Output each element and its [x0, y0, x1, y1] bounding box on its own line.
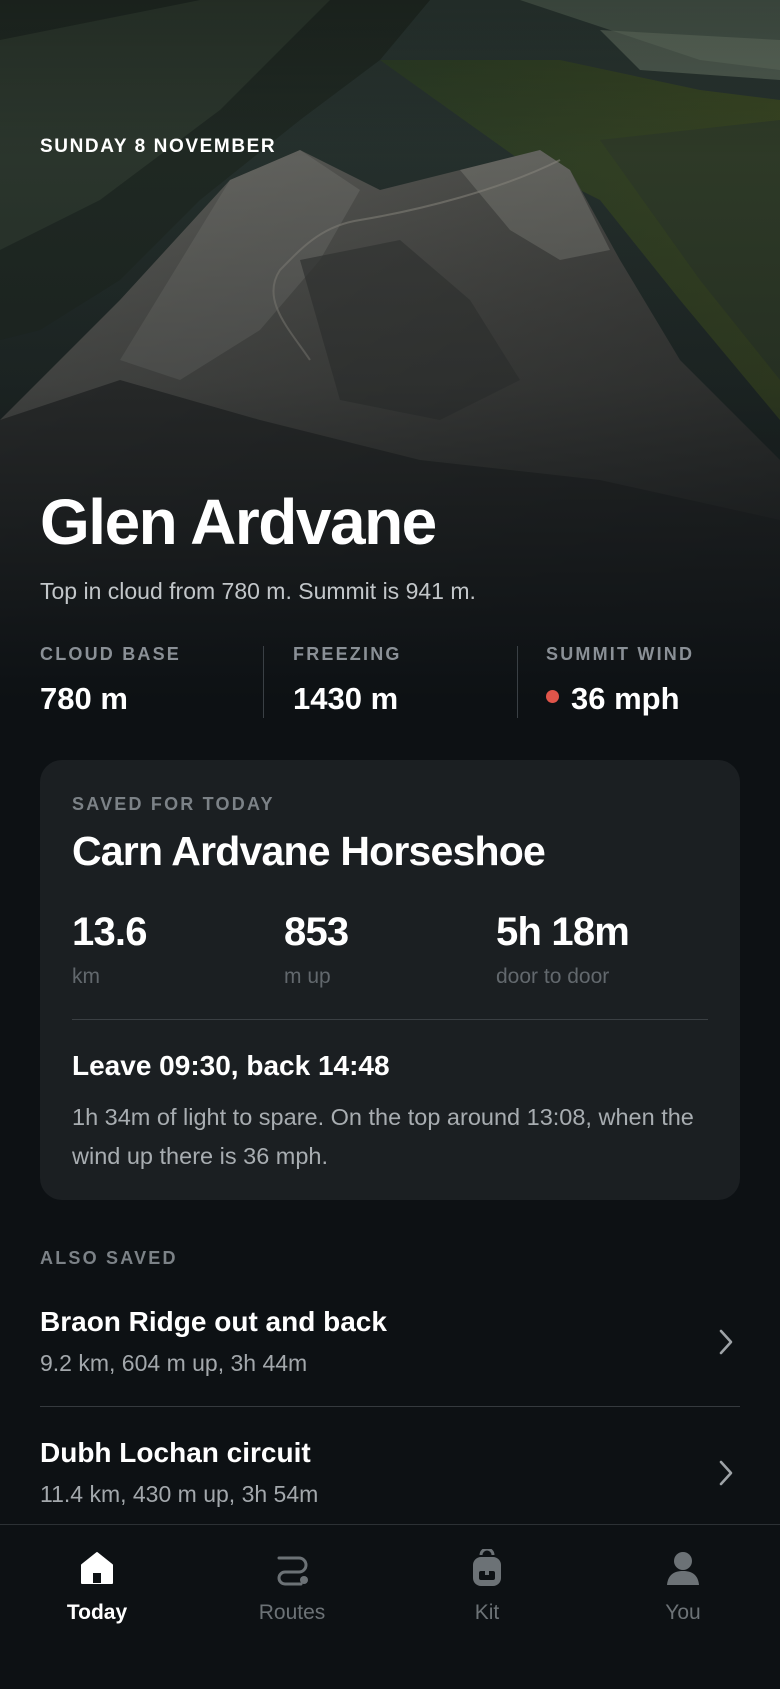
- chevron-right-icon: [719, 1329, 733, 1355]
- tab-label: You: [665, 1601, 701, 1624]
- tab-label: Kit: [474, 1601, 500, 1624]
- tab-label: Today: [66, 1601, 128, 1624]
- tab-today[interactable]: Today: [37, 1549, 157, 1625]
- date-label: SUNDAY 8 NOVEMBER: [40, 136, 277, 157]
- metric-value: 5h 18m: [496, 910, 630, 954]
- cloud-summary: Top in cloud from 780 m. Summit is 941 m…: [40, 578, 476, 604]
- stat-label: SUMMIT WIND: [546, 644, 695, 664]
- tab-routes[interactable]: Routes: [232, 1549, 352, 1625]
- saved-route-row[interactable]: Dubh Lochan circuit 11.4 km, 430 m up, 3…: [40, 1437, 740, 1517]
- route-meta: 9.2 km, 604 m up, 3h 44m: [40, 1350, 308, 1376]
- cloud-base-stat: CLOUD BASE 780 m: [40, 644, 181, 720]
- backpack-icon: [473, 1549, 501, 1586]
- stat-value: 1430 m: [293, 681, 399, 716]
- tab-kit[interactable]: Kit: [427, 1549, 547, 1625]
- metric-unit: m up: [284, 965, 331, 988]
- stat-divider: [263, 646, 264, 718]
- metric-value: 853: [284, 910, 349, 954]
- route-name: Carn Ardvane Horseshoe: [72, 828, 546, 874]
- row-divider: [40, 1406, 740, 1407]
- route-meta: 11.4 km, 430 m up, 3h 54m: [40, 1481, 319, 1507]
- location-title: Glen Ardvane: [40, 486, 437, 558]
- stat-divider: [517, 646, 518, 718]
- wind-alert-dot: [546, 690, 559, 704]
- freezing-level-stat: FREEZING 1430 m: [293, 644, 402, 720]
- route-name: Braon Ridge out and back: [40, 1306, 387, 1337]
- conditions-strip: CLOUD BASE 780 m FREEZING 1430 m SUMMIT …: [0, 644, 780, 720]
- metric-value: 13.6: [72, 910, 147, 954]
- metric-unit: door to door: [496, 965, 610, 988]
- card-divider: [72, 1019, 708, 1020]
- tab-bar: Today Routes Kit You: [0, 1524, 780, 1689]
- card-kicker: SAVED FOR TODAY: [72, 794, 275, 814]
- duration-metric: 5h 18m door to door: [496, 910, 630, 989]
- stat-value: 780 m: [40, 681, 128, 716]
- route-name: Dubh Lochan circuit: [40, 1437, 311, 1468]
- summit-wind-stat: SUMMIT WIND 36 mph: [546, 644, 694, 720]
- saved-route-row[interactable]: Braon Ridge out and back 9.2 km, 604 m u…: [40, 1306, 740, 1386]
- tab-you[interactable]: You: [623, 1549, 743, 1625]
- user-icon: [667, 1552, 699, 1585]
- stat-label: CLOUD BASE: [40, 644, 182, 664]
- metric-unit: km: [72, 965, 100, 988]
- home-icon: [81, 1552, 113, 1584]
- route-icon: [277, 1556, 308, 1586]
- ascent-metric: 853 m up: [284, 910, 349, 989]
- daylight-note: 1h 34m of light to spare. On the top aro…: [72, 1104, 694, 1169]
- distance-metric: 13.6 km: [72, 910, 147, 989]
- tab-label: Routes: [258, 1601, 326, 1624]
- leave-back-times: Leave 09:30, back 14:48: [72, 1050, 390, 1081]
- stat-label: FREEZING: [293, 644, 402, 664]
- saved-route-card[interactable]: SAVED FOR TODAY Carn Ardvane Horseshoe 1…: [40, 760, 740, 1200]
- stat-value: 36 mph: [571, 681, 680, 716]
- also-saved-heading: ALSO SAVED: [40, 1248, 178, 1268]
- chevron-right-icon: [719, 1460, 733, 1486]
